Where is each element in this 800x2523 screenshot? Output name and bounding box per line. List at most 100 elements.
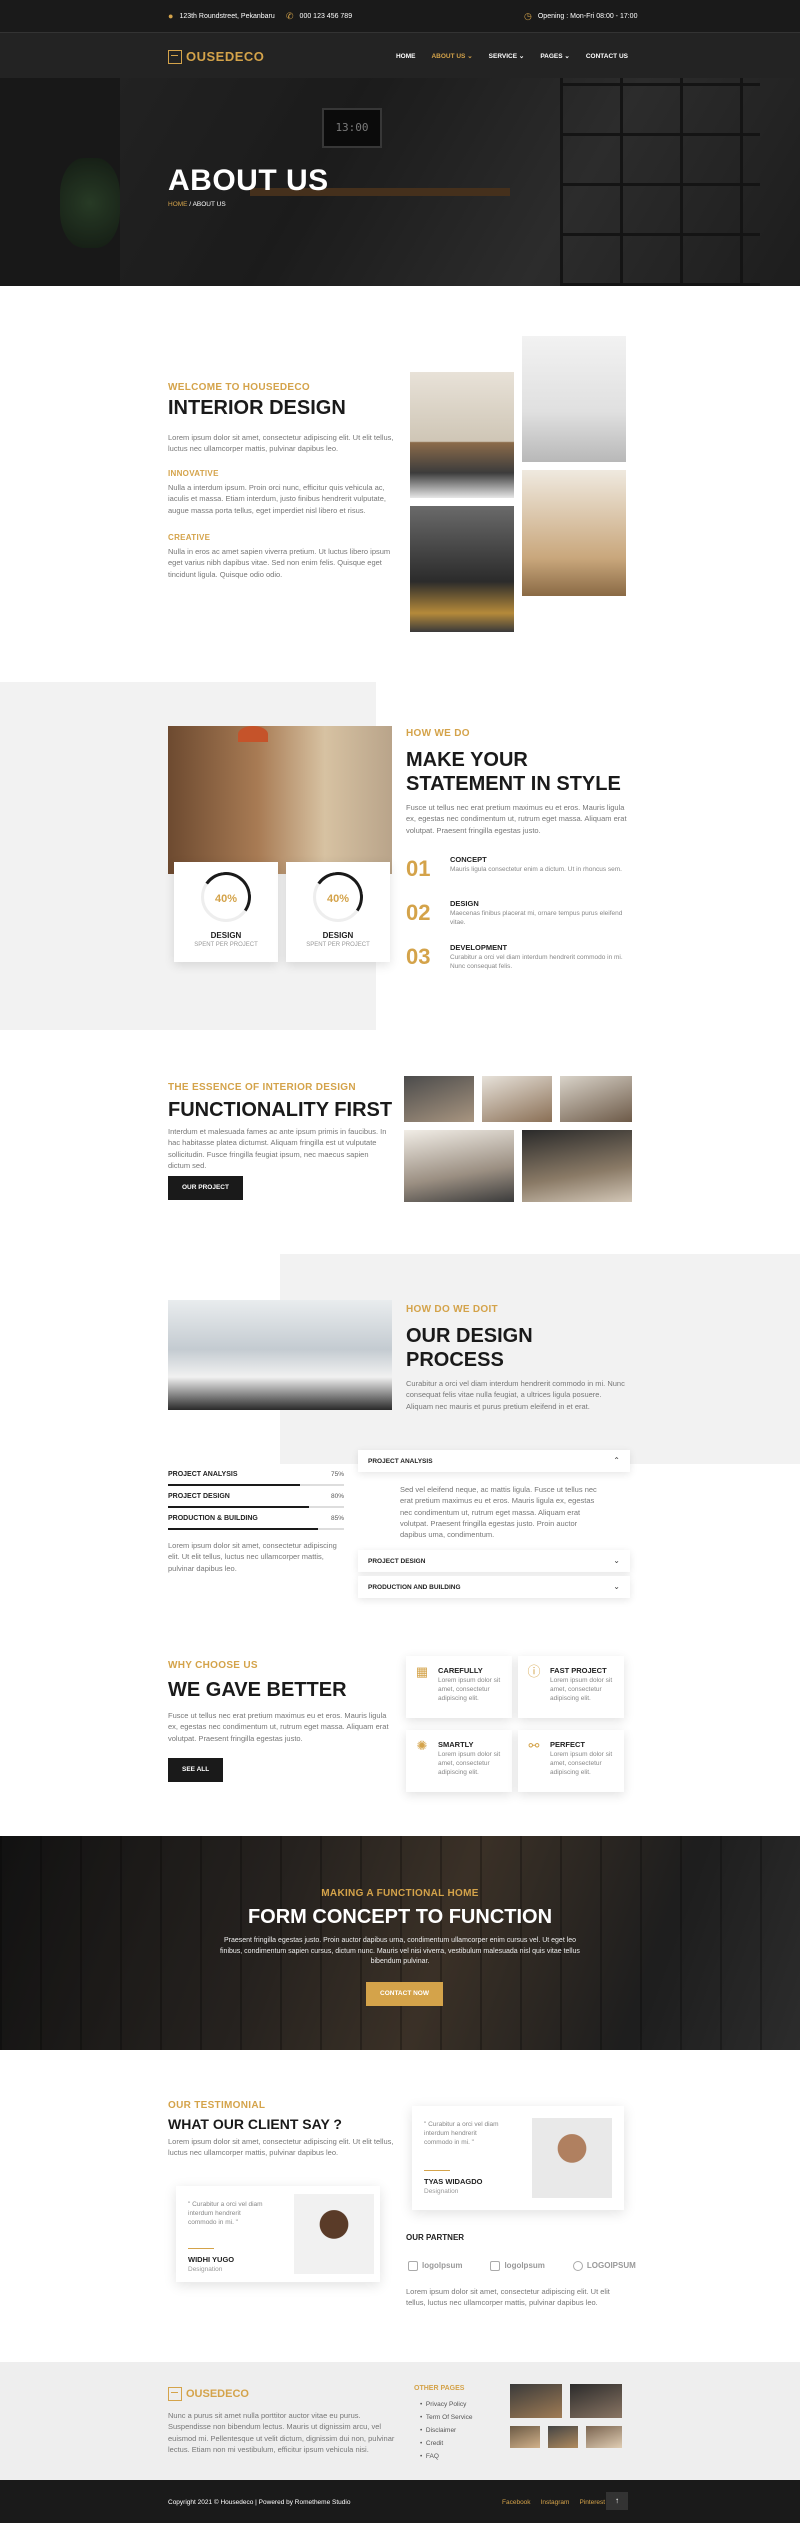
testimonial-label: OUR TESTIMONIAL [168, 2100, 266, 2111]
logo-mark-icon [408, 2261, 418, 2271]
partner-logo-1[interactable]: logolpsum [408, 2260, 462, 2272]
address-info: ● 123th Roundstreet, Pekanbaru [168, 10, 275, 24]
process-bars-text: Lorem ipsum dolor sit amet, consectetur … [168, 1541, 337, 1573]
accordion-project-analysis[interactable]: PROJECT ANALYSIS ⌃ [358, 1450, 630, 1472]
step-development: 03 DEVELOPMENT Curabitur a orci vel diam i… [406, 943, 623, 971]
footer-link-credit[interactable]: • Credit [420, 2437, 472, 2450]
footer-link-faq[interactable]: • FAQ [420, 2450, 472, 2463]
essence-label: THE ESSENCE OF INTERIOR DESIGN [168, 1082, 356, 1093]
logo[interactable]: OUSEDECO [168, 47, 264, 67]
lightbulb-icon: ⓘ [527, 1664, 541, 1679]
intro-section: WELCOME TO HOUSEDECO INTERIOR DESIGN Lor… [0, 286, 800, 682]
why-text: Fusce ut tellus nec erat pretium maximus… [168, 1711, 389, 1743]
social-links: Facebook Instagram Pinterest [502, 2498, 605, 2508]
gallery-photo-3 [560, 1076, 632, 1122]
footer-link-privacy[interactable]: • Privacy Policy [420, 2398, 472, 2411]
gallery-photo-5 [522, 1130, 632, 1202]
footer-link-disclaimer[interactable]: • Disclaimer [420, 2424, 472, 2437]
logo-mark-icon [572, 2261, 583, 2271]
progress-bar-analysis: PROJECT ANALYSIS 75% [168, 1470, 344, 1486]
logo-mark-icon [490, 2261, 501, 2271]
footer-photo-4 [548, 2426, 578, 2448]
how-text: Fusce ut tellus nec erat pretium maximus… [406, 803, 627, 835]
living-room-photo [168, 726, 392, 874]
process-label: HOW DO WE DOIT [406, 1304, 498, 1315]
how-title-1: MAKE YOUR [406, 749, 528, 771]
step-design: 02 DESIGN Maecenas finibus placerat mi, or… [406, 899, 623, 927]
footer-links-title: OTHER PAGES [414, 2385, 465, 2392]
accordion-project-design[interactable]: PROJECT DESIGN ⌄ [358, 1550, 630, 1572]
gallery-photo-1 [404, 1076, 474, 1122]
workspace-photo [410, 372, 514, 498]
innovative-text: Nulla a interdum ipsum. Proin orci nunc,… [168, 483, 387, 515]
intro-text: Lorem ipsum dolor sit amet, consectetur … [168, 433, 394, 454]
nav-item-pages[interactable]: PAGES ⌄ [540, 52, 570, 62]
partner-logos: logolpsum logolpsum LOGOIPSUM [408, 2260, 636, 2272]
breadcrumb-home[interactable]: HOME [168, 201, 188, 208]
back-to-top-button[interactable]: ↑ [606, 2492, 628, 2510]
footer-link-terms[interactable]: • Term Of Service [420, 2411, 472, 2424]
chevron-up-icon: ⌃ [613, 1456, 620, 1465]
calendar-icon: ▦ [415, 1664, 429, 1679]
footer-photo-5 [586, 2426, 622, 2448]
office-photo [168, 1300, 392, 1410]
footer-text: Nunc a purus sit amet nulla porttitor au… [168, 2411, 395, 2454]
social-instagram[interactable]: Instagram [541, 2498, 570, 2508]
process-title-1: OUR DESIGN [406, 1325, 533, 1347]
how-we-do-section: 40% DESIGN SPENT PER PROJECT 40% DESIGN … [0, 682, 800, 1030]
testimonial-section: OUR TESTIMONIAL WHAT OUR CLIENT SAY ? Lo… [0, 2050, 800, 2362]
social-facebook[interactable]: Facebook [502, 2498, 531, 2508]
gallery-photo-2 [482, 1076, 552, 1122]
lamp-room-photo [522, 336, 626, 462]
accordion-production[interactable]: PRODUCTION AND BUILDING ⌄ [358, 1576, 630, 1598]
innovative-heading: INNOVATIVE [168, 469, 219, 478]
avatar-tyas [532, 2118, 612, 2198]
breadcrumb: HOME / ABOUT US [168, 201, 226, 208]
phone-info: ✆ 000 123 456 789 [286, 10, 352, 24]
footer-logo[interactable]: OUSEDECO [168, 2386, 249, 2403]
location-pin-icon: ● [168, 11, 174, 21]
progress-ring: 40% [309, 868, 367, 926]
progress-ring: 40% [197, 868, 255, 926]
process-text: Curabitur a orci vel diam interdum hendr… [406, 1379, 625, 1411]
process-section: HOW DO WE DOIT OUR DESIGN PROCESS Curabi… [0, 1254, 800, 1632]
handshake-icon: ⚯ [528, 1738, 540, 1753]
our-project-button[interactable]: OUR PROJECT [168, 1176, 243, 1200]
house-logo-icon [168, 2387, 182, 2402]
footer-links: • Privacy Policy • Term Of Service • Dis… [420, 2398, 472, 2463]
progress-bar-design: PROJECT DESIGN 80% [168, 1492, 344, 1508]
nav-item-about[interactable]: ABOUT US ⌄ [431, 52, 472, 62]
chevron-down-icon: ⌄ [613, 1556, 620, 1565]
see-all-button[interactable]: SEE ALL [168, 1758, 224, 1782]
testimonial-card-tyas: " Curabitur a orci vel diam interdum hen… [412, 2106, 624, 2210]
step-concept: 01 CONCEPT Mauris ligula consectetur enim … [406, 855, 622, 881]
banner-text: Praesent fringilla egestas justo. Proin … [220, 1937, 580, 1965]
hours-info: ◷ Opening : Mon-Fri 08:00 - 17:00 [524, 10, 637, 24]
avatar-widhi [294, 2194, 374, 2274]
page-title: ABOUT US [168, 164, 329, 197]
nav-item-contact[interactable]: CONTACT US [586, 52, 628, 62]
partner-logo-3[interactable]: LOGOIPSUM [572, 2260, 636, 2272]
copyright-text: Copyright 2021 © Housedeco | Powered by … [168, 2499, 351, 2506]
footer-photo-2 [570, 2384, 622, 2418]
nav-item-home[interactable]: HOME [396, 52, 416, 62]
partner-logo-2[interactable]: logolpsum [490, 2260, 545, 2272]
creative-text: Nulla in eros ac amet sapien viverra pre… [168, 547, 391, 579]
footer-photo-1 [510, 2384, 562, 2418]
social-pinterest[interactable]: Pinterest [579, 2498, 605, 2508]
essence-text: Interdum et malesuada fames ac ante ipsu… [168, 1127, 387, 1170]
phone-icon: ✆ [286, 11, 294, 21]
intro-title: INTERIOR DESIGN [168, 397, 346, 419]
accordion-analysis-content: Sed vel eleifend neque, ac mattis ligula… [400, 1485, 597, 1539]
progress-bar-production: PRODUCTION & BUILDING 85% [168, 1514, 344, 1530]
nav-menu: HOME ABOUT US ⌄ SERVICE ⌄ PAGES ⌄ CONTAC… [396, 52, 628, 62]
process-title-2: PROCESS [406, 1349, 504, 1371]
essence-title: FUNCTIONALITY FIRST [168, 1099, 393, 1121]
why-label: WHY CHOOSE US [168, 1660, 258, 1671]
feature-smartly: ✺ SMARTLY Lorem ipsum dolor sit amet, cons… [406, 1730, 512, 1792]
nav-item-service[interactable]: SERVICE ⌄ [489, 52, 525, 62]
chevron-down-icon: ⌄ [613, 1582, 620, 1591]
why-section: WHY CHOOSE US WE GAVE BETTER Fusce ut te… [0, 1632, 800, 1836]
contact-now-button[interactable]: CONTACT NOW [366, 1982, 443, 2006]
why-title: WE GAVE BETTER [168, 1679, 347, 1701]
